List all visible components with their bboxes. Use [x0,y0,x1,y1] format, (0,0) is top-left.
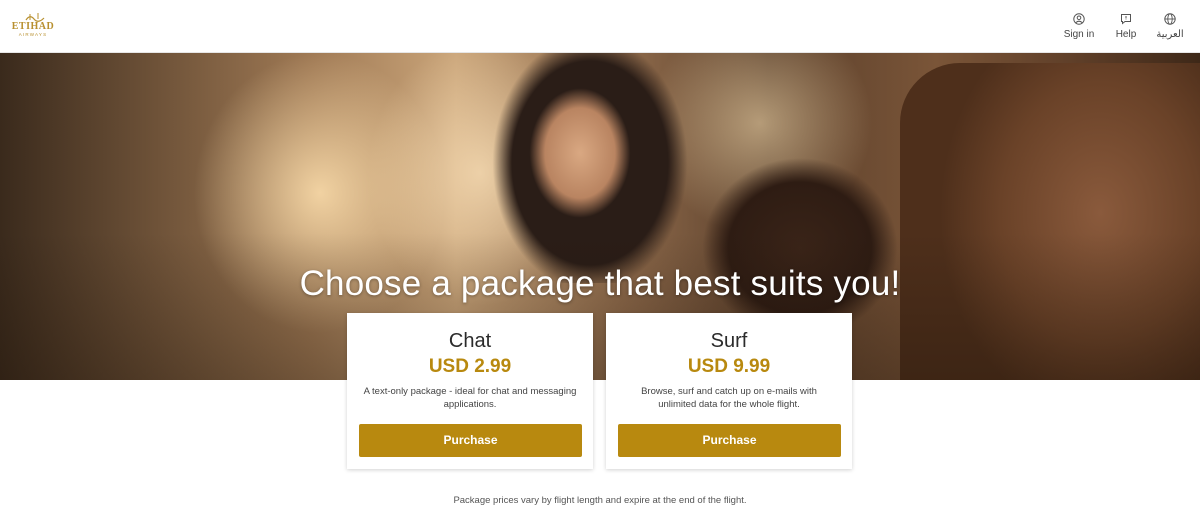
help-chat-icon [1121,14,1131,25]
hero-overlay [0,53,1200,380]
top-header: ETIHAD AIRWAYS Sign in Help العربية [0,0,1200,53]
user-circle-icon [1073,13,1085,25]
package-description: Browse, surf and catch up on e-mails wit… [641,386,817,410]
logo-wordmark: ETIHAD [11,21,55,32]
package-card-chat: Chat USD 2.99 A text-only package - idea… [347,313,593,469]
pricing-footnote: Package prices vary by flight length and… [453,495,747,506]
package-name: Surf [710,330,748,352]
globe-icon [1164,13,1176,25]
logo-subtext: AIRWAYS [18,32,48,37]
package-card-surf: Surf USD 9.99 Browse, surf and catch up … [606,313,852,469]
purchase-chat-button[interactable]: Purchase [359,424,582,457]
nav-language[interactable]: العربية [1153,13,1187,43]
etihad-logo[interactable]: ETIHAD AIRWAYS [10,12,60,40]
package-name: Chat [448,330,492,352]
nav-signin[interactable]: Sign in [1060,13,1098,43]
hero-banner [0,53,1200,380]
nav-language-label: العربية [1156,29,1184,40]
nav-signin-label: Sign in [1063,29,1095,40]
purchase-surf-button[interactable]: Purchase [618,424,841,457]
nav-help-label: Help [1115,29,1137,40]
package-description: A text-only package - ideal for chat and… [363,386,577,410]
hero-title: Choose a package that best suits you! [299,264,901,303]
nav-help[interactable]: Help [1110,13,1142,43]
package-price: USD 2.99 [428,356,512,377]
package-price: USD 9.99 [687,356,771,377]
